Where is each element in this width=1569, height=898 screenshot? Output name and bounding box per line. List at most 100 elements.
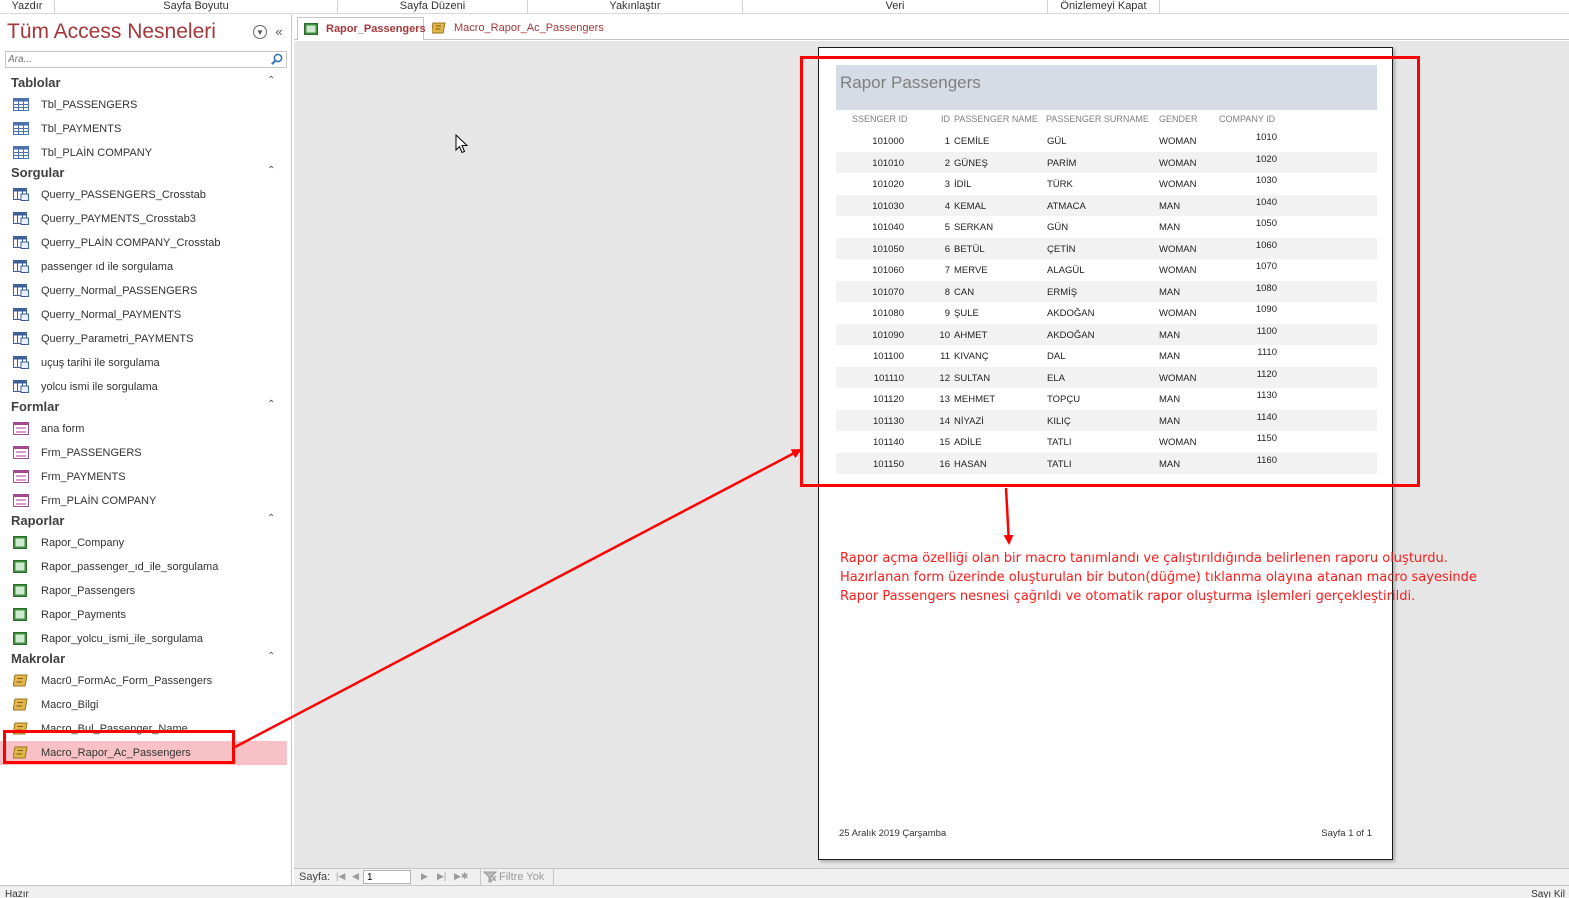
nav-item[interactable]: Macro_Bul_Passenger_Name: [0, 717, 292, 741]
nav-item[interactable]: Frm_PASSENGERS: [0, 441, 292, 465]
nav-group-makrolar: Makrolar ⌃ Macr0_FormAc_Form_Passengers Mac…: [0, 647, 292, 765]
chevron-up-icon[interactable]: ⌃: [267, 399, 275, 410]
nav-item-label: Rapor_yolcu_ismi_ile_sorgulama: [41, 633, 204, 645]
nav-pane-title[interactable]: Tüm Access Nesneleri: [7, 20, 216, 44]
col-header-id: ID: [941, 114, 950, 124]
chevron-up-icon[interactable]: ⌃: [267, 513, 275, 524]
chevron-up-icon[interactable]: ⌃: [267, 651, 275, 662]
nav-item[interactable]: Querry_Parametri_PAYMENTS: [0, 327, 292, 351]
cell-id: 9: [944, 308, 950, 319]
report-footer-page: Sayfa 1 of 1: [1321, 828, 1372, 839]
nav-item[interactable]: uçuş tarihi ile sorgulama: [0, 351, 292, 375]
nav-item-label: Rapor_Company: [41, 537, 125, 549]
nav-group-header[interactable]: Formlar ⌃: [0, 395, 292, 417]
nav-item[interactable]: Macro_Bilgi: [0, 693, 292, 717]
ribbon-group-data: Veri: [743, 0, 1048, 14]
nav-search-input[interactable]: [8, 53, 266, 66]
nav-item[interactable]: Rapor_Company: [0, 531, 292, 555]
nav-item-label: Tbl_PAYMENTS: [41, 123, 122, 135]
cell-passenger-id: 101010: [872, 157, 904, 169]
nav-item[interactable]: Tbl_PAYMENTS: [0, 117, 292, 141]
nav-item-label: ana form: [41, 423, 85, 435]
cell-company-id: 1060: [1255, 239, 1277, 251]
nav-item-label: Querry_PASSENGERS_Crosstab: [41, 189, 206, 201]
cell-id: 10: [939, 329, 950, 341]
nav-item[interactable]: Tbl_PASSENGERS: [0, 93, 292, 117]
last-page-icon[interactable]: ▶|: [437, 871, 446, 882]
next-page-icon[interactable]: ▶: [421, 871, 428, 882]
cell-gender: WOMAN: [1159, 136, 1197, 147]
cell-passenger-id: 101080: [872, 308, 904, 319]
nav-item[interactable]: Macro_Rapor_Ac_Passengers: [0, 741, 287, 765]
cell-gender: MAN: [1159, 286, 1181, 298]
cell-id: 12: [939, 372, 950, 384]
nav-item[interactable]: Querry_Normal_PASSENGERS: [0, 279, 292, 303]
nav-group-tablolar: Tablolar ⌃ Tbl_PASSENGERS Tbl_PAYMENTS Tbl_P…: [0, 71, 292, 165]
nav-item-label: Macro_Bilgi: [41, 699, 99, 711]
nav-group-header[interactable]: Sorgular ⌃: [0, 161, 292, 183]
cell-company-id: 1160: [1256, 454, 1277, 466]
cell-id: 1: [944, 136, 950, 147]
nav-item-label: Querry_Normal_PAYMENTS: [41, 309, 182, 321]
col-header-company-id: COMPANY ID: [1219, 114, 1276, 124]
nav-item[interactable]: Rapor_Payments: [0, 603, 292, 627]
cell-passenger-id: 101030: [872, 200, 904, 212]
cell-passenger-id: 101140: [873, 437, 904, 448]
nav-item[interactable]: Querry_PASSENGERS_Crosstab: [0, 183, 292, 207]
report-icon: [13, 536, 27, 549]
table-row: 101010 2 GÜNEŞ PARİM WOMAN 1020: [836, 151, 1377, 173]
page-number-input[interactable]: [363, 870, 411, 884]
macro-icon: [13, 746, 28, 759]
nav-item[interactable]: Frm_PAYMENTS: [0, 465, 292, 489]
print-preview-area: Rapor Passengers SSENGER ID ID PASSENGER…: [294, 41, 1569, 868]
tab-macro-rapor-ac-passengers[interactable]: Macro_Rapor_Ac_Passengers: [426, 17, 616, 40]
query-icon: [13, 236, 29, 249]
filter-indicator[interactable]: Filtre Yok: [480, 869, 554, 885]
table-row: 101060 7 MERVE ALAGÜL WOMAN 1070: [836, 259, 1377, 281]
nav-item[interactable]: Rapor_Passengers: [0, 579, 292, 603]
cell-company-id: 1080: [1255, 282, 1277, 294]
cell-passenger-name: HASAN: [954, 458, 987, 470]
cell-company-id: 1100: [1256, 325, 1277, 337]
mouse-cursor-icon: [455, 134, 469, 154]
table-row: 101020 3 İDİL TÜRK WOMAN 1030: [836, 173, 1377, 195]
nav-item[interactable]: Querry_PAYMENTS_Crosstab3: [0, 207, 292, 231]
form-icon: [13, 446, 29, 459]
nav-group-header[interactable]: Makrolar ⌃: [0, 647, 292, 669]
query-icon: [13, 284, 29, 297]
cell-gender: MAN: [1159, 329, 1181, 341]
nav-item[interactable]: Rapor_passenger_ıd_ile_sorgulama: [0, 555, 292, 579]
cell-gender: WOMAN: [1159, 308, 1197, 319]
ribbon-group-zoom: Yakınlaştır: [528, 0, 743, 14]
nav-group-header[interactable]: Raporlar ⌃: [0, 509, 292, 531]
chevron-up-icon[interactable]: ⌃: [267, 165, 275, 176]
nav-group-title: Raporlar: [11, 513, 65, 528]
nav-item[interactable]: Querry_PLAİN COMPANY_Crosstab: [0, 231, 292, 255]
collapse-pane-icon[interactable]: «: [272, 25, 286, 39]
nav-item[interactable]: Macr0_FormAc_Form_Passengers: [0, 669, 292, 693]
report-icon: [13, 560, 27, 573]
cell-id: 15: [939, 437, 950, 448]
first-page-icon[interactable]: |◀: [336, 871, 345, 882]
cell-gender: WOMAN: [1159, 372, 1197, 384]
annotation-line: Rapor Passengers nesnesi çağrıldı ve oto…: [840, 589, 1416, 604]
nav-group-header[interactable]: Tablolar ⌃: [0, 71, 292, 93]
new-page-icon[interactable]: ▶✱: [454, 871, 468, 882]
chevron-up-icon[interactable]: ⌃: [267, 75, 275, 86]
nav-item[interactable]: passenger ıd ile sorgulama: [0, 255, 292, 279]
search-icon[interactable]: [270, 53, 284, 66]
table-row: 101000 1 CEMİLE GÜL WOMAN 1010: [836, 130, 1377, 152]
cell-gender: WOMAN: [1159, 243, 1197, 255]
prev-page-icon[interactable]: ◀: [352, 871, 359, 882]
annotation-line: Rapor açma özelliği olan bir macro tanım…: [840, 551, 1448, 566]
chevron-down-icon[interactable]: ▼: [253, 25, 267, 39]
query-icon: [13, 380, 29, 393]
cell-passenger-id: 101130: [873, 415, 904, 427]
cell-passenger-name: BETÜL: [954, 243, 985, 255]
cell-passenger-surname: KILIÇ: [1047, 415, 1071, 427]
nav-item[interactable]: ana form: [0, 417, 292, 441]
nav-item-label: Rapor_Passengers: [41, 585, 136, 597]
nav-item[interactable]: Querry_Normal_PAYMENTS: [0, 303, 292, 327]
tab-rapor-passengers[interactable]: Rapor_Passengers: [297, 17, 426, 40]
nav-item-label: yolcu ismi ile sorgulama: [41, 381, 158, 393]
